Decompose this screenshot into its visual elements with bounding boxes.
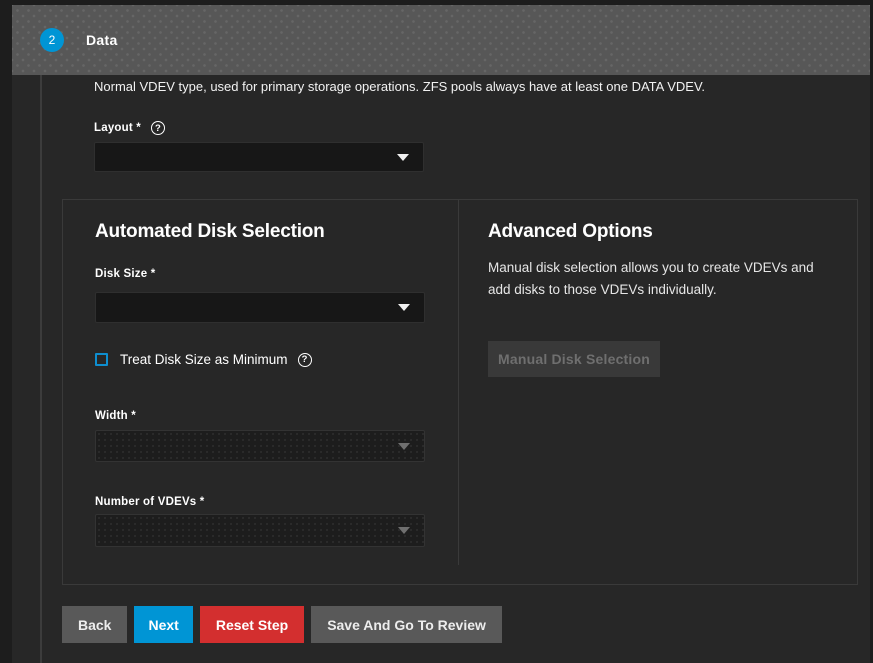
disk-size-label: Disk Size * [95, 268, 155, 280]
stepper-connector-line [40, 75, 42, 663]
manual-disk-selection-button[interactable]: Manual Disk Selection [488, 341, 660, 377]
automated-disk-selection-title: Automated Disk Selection [95, 221, 325, 243]
step-title: Data [86, 32, 118, 48]
disk-selection-card: Automated Disk Selection Disk Size * Tre… [62, 199, 858, 585]
layout-help-icon[interactable]: ? [151, 121, 165, 135]
back-button[interactable]: Back [62, 606, 127, 643]
layout-select[interactable] [94, 142, 424, 172]
width-label: Width * [95, 410, 136, 422]
width-select [95, 430, 425, 462]
layout-label-text: Layout * [94, 122, 141, 134]
treat-disk-size-minimum-checkbox[interactable] [95, 353, 108, 366]
chevron-down-icon [397, 154, 409, 161]
advanced-options-title: Advanced Options [488, 221, 653, 243]
treat-disk-size-minimum-row[interactable]: Treat Disk Size as Minimum ? [95, 352, 312, 367]
number-of-vdevs-select [95, 514, 425, 547]
chevron-down-icon [398, 304, 410, 311]
step-header[interactable]: 2 Data [12, 5, 870, 75]
save-and-go-to-review-button[interactable]: Save And Go To Review [311, 606, 502, 643]
treat-disk-size-minimum-label: Treat Disk Size as Minimum [120, 352, 288, 367]
step-number-badge: 2 [40, 28, 64, 52]
reset-step-button[interactable]: Reset Step [200, 606, 304, 643]
chevron-down-icon [398, 443, 410, 450]
advanced-options-description: Manual disk selection allows you to crea… [488, 257, 836, 302]
disk-size-select[interactable] [95, 292, 425, 323]
next-button[interactable]: Next [134, 606, 192, 643]
chevron-down-icon [398, 527, 410, 534]
data-step-panel: 2 Data Normal VDEV type, used for primar… [12, 5, 870, 663]
vdev-description-text: Normal VDEV type, used for primary stora… [94, 79, 734, 94]
number-of-vdevs-label: Number of VDEVs * [95, 496, 204, 508]
wizard-actions: Back Next Reset Step Save And Go To Revi… [62, 606, 502, 643]
layout-field-label: Layout * ? [94, 121, 165, 135]
card-column-divider [458, 200, 459, 565]
treat-disk-size-help-icon[interactable]: ? [298, 353, 312, 367]
